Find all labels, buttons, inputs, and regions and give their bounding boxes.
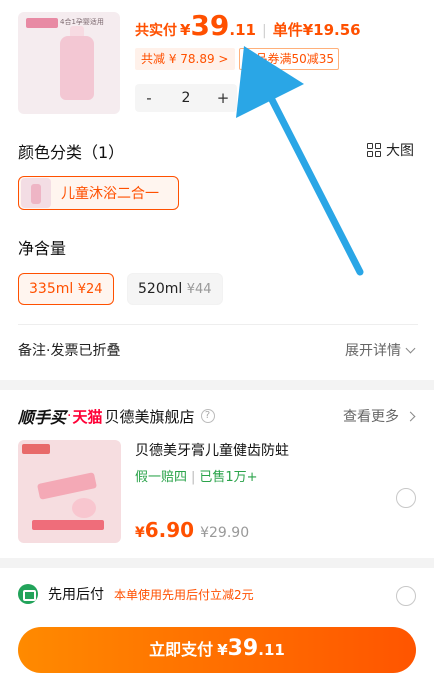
recommended-product-badges: 假一赔四 | 已售1万+ bbox=[135, 466, 258, 485]
chevron-down-icon bbox=[405, 343, 416, 353]
size-option-335ml[interactable]: 335ml ¥24 bbox=[18, 273, 114, 305]
coupon-chip: 商品券满50减35 bbox=[238, 48, 340, 70]
size-option-label: 520ml bbox=[138, 281, 183, 297]
add-recommended-radio[interactable] bbox=[396, 488, 416, 508]
color-section-title: 颜色分类（1） bbox=[18, 143, 125, 162]
pay-now-currency: ¥ bbox=[217, 641, 228, 659]
chevron-right-icon bbox=[405, 411, 416, 421]
total-label: 共实付 bbox=[135, 23, 177, 39]
pay-now-integer: 39 bbox=[227, 636, 259, 661]
section-separator-band bbox=[0, 380, 434, 390]
sold-count: 已售1万+ bbox=[199, 470, 258, 485]
pay-now-decimal: .11 bbox=[258, 641, 285, 659]
shunshoumai-logo: 顺手买 bbox=[18, 408, 67, 427]
pay-now-label: 立即支付 bbox=[149, 640, 214, 659]
brand-dot: · bbox=[67, 408, 72, 424]
size-section-title: 净含量 bbox=[18, 239, 67, 258]
pay-now-button[interactable]: 立即支付 ¥ 39 .11 bbox=[18, 627, 416, 673]
promo-row: 共减 ¥ 78.89 > 商品券满50减35 bbox=[135, 48, 340, 70]
help-icon[interactable]: ? bbox=[200, 409, 215, 423]
size-option-price: ¥24 bbox=[77, 282, 103, 297]
price-currency: ¥ bbox=[135, 525, 145, 541]
total-decimal: .11 bbox=[229, 21, 256, 39]
bottle-illustration bbox=[60, 36, 94, 100]
pay-later-row: 先用后付 本单使用先用后付立减2元 bbox=[18, 584, 254, 604]
quantity-stepper: - 2 + bbox=[135, 84, 237, 112]
view-more-label: 查看更多 bbox=[343, 409, 399, 425]
grid-icon bbox=[367, 143, 381, 157]
total-price-line: 共实付 ¥ 39 .11 | 单件¥19.56 bbox=[135, 12, 361, 40]
badge-separator: | bbox=[191, 470, 196, 485]
recommended-product-title[interactable]: 贝德美牙膏儿童健齿防蛀 bbox=[135, 440, 289, 460]
expand-details-label: 展开详情 bbox=[345, 343, 401, 359]
recommended-product-image[interactable] bbox=[18, 440, 121, 543]
remark-invoice-label: 备注·发票已折叠 bbox=[18, 343, 121, 359]
recommended-product-price: ¥ 6.90 ¥29.90 bbox=[135, 518, 249, 542]
promo-ribbon bbox=[32, 520, 104, 530]
big-image-label: 大图 bbox=[386, 143, 414, 159]
total-reduction-chip[interactable]: 共减 ¥ 78.89 > bbox=[135, 48, 235, 70]
size-option-label: 335ml bbox=[29, 281, 74, 297]
total-currency: ¥ bbox=[180, 21, 191, 39]
promo-tag bbox=[22, 444, 50, 454]
quantity-value[interactable]: 2 bbox=[182, 90, 191, 106]
brand-sticker bbox=[26, 18, 58, 28]
decrease-button[interactable]: - bbox=[141, 89, 157, 107]
price-value: 6.90 bbox=[144, 518, 195, 542]
size-option-520ml[interactable]: 520ml ¥44 bbox=[127, 273, 223, 305]
total-integer: 39 bbox=[190, 9, 230, 42]
product-thumbnail[interactable]: 4合1孕婴适用 bbox=[18, 12, 120, 114]
unit-price: 单件¥19.56 bbox=[272, 21, 361, 39]
view-more-button[interactable]: 查看更多 bbox=[343, 406, 416, 426]
store-header: 顺手买 · 天猫 贝德美旗舰店 ? bbox=[18, 404, 215, 428]
pay-later-icon bbox=[18, 584, 38, 604]
tmall-logo: 天猫 bbox=[72, 407, 103, 426]
original-price: ¥29.90 bbox=[200, 525, 250, 541]
variant-option-selected[interactable]: 儿童沐浴二合一 bbox=[18, 176, 179, 210]
size-option-price: ¥44 bbox=[186, 282, 212, 297]
pay-later-note: 本单使用先用后付立减2元 bbox=[114, 587, 254, 602]
guarantee-badge: 假一赔四 bbox=[135, 470, 188, 485]
store-name[interactable]: 贝德美旗舰店 bbox=[104, 406, 194, 427]
big-image-button[interactable]: 大图 bbox=[367, 140, 414, 160]
toothpaste-tube bbox=[36, 472, 98, 500]
section-divider bbox=[18, 324, 418, 325]
increase-button[interactable]: + bbox=[215, 89, 231, 107]
variant-thumbnail bbox=[21, 178, 51, 208]
price-separator: | bbox=[261, 23, 267, 39]
section-separator-band bbox=[0, 558, 434, 568]
pay-later-label: 先用后付 bbox=[48, 587, 104, 603]
expand-details-button[interactable]: 展开详情 bbox=[345, 340, 416, 360]
mascot-figure bbox=[72, 498, 96, 518]
pay-later-radio[interactable] bbox=[396, 586, 416, 606]
variant-label: 儿童沐浴二合一 bbox=[61, 186, 159, 202]
